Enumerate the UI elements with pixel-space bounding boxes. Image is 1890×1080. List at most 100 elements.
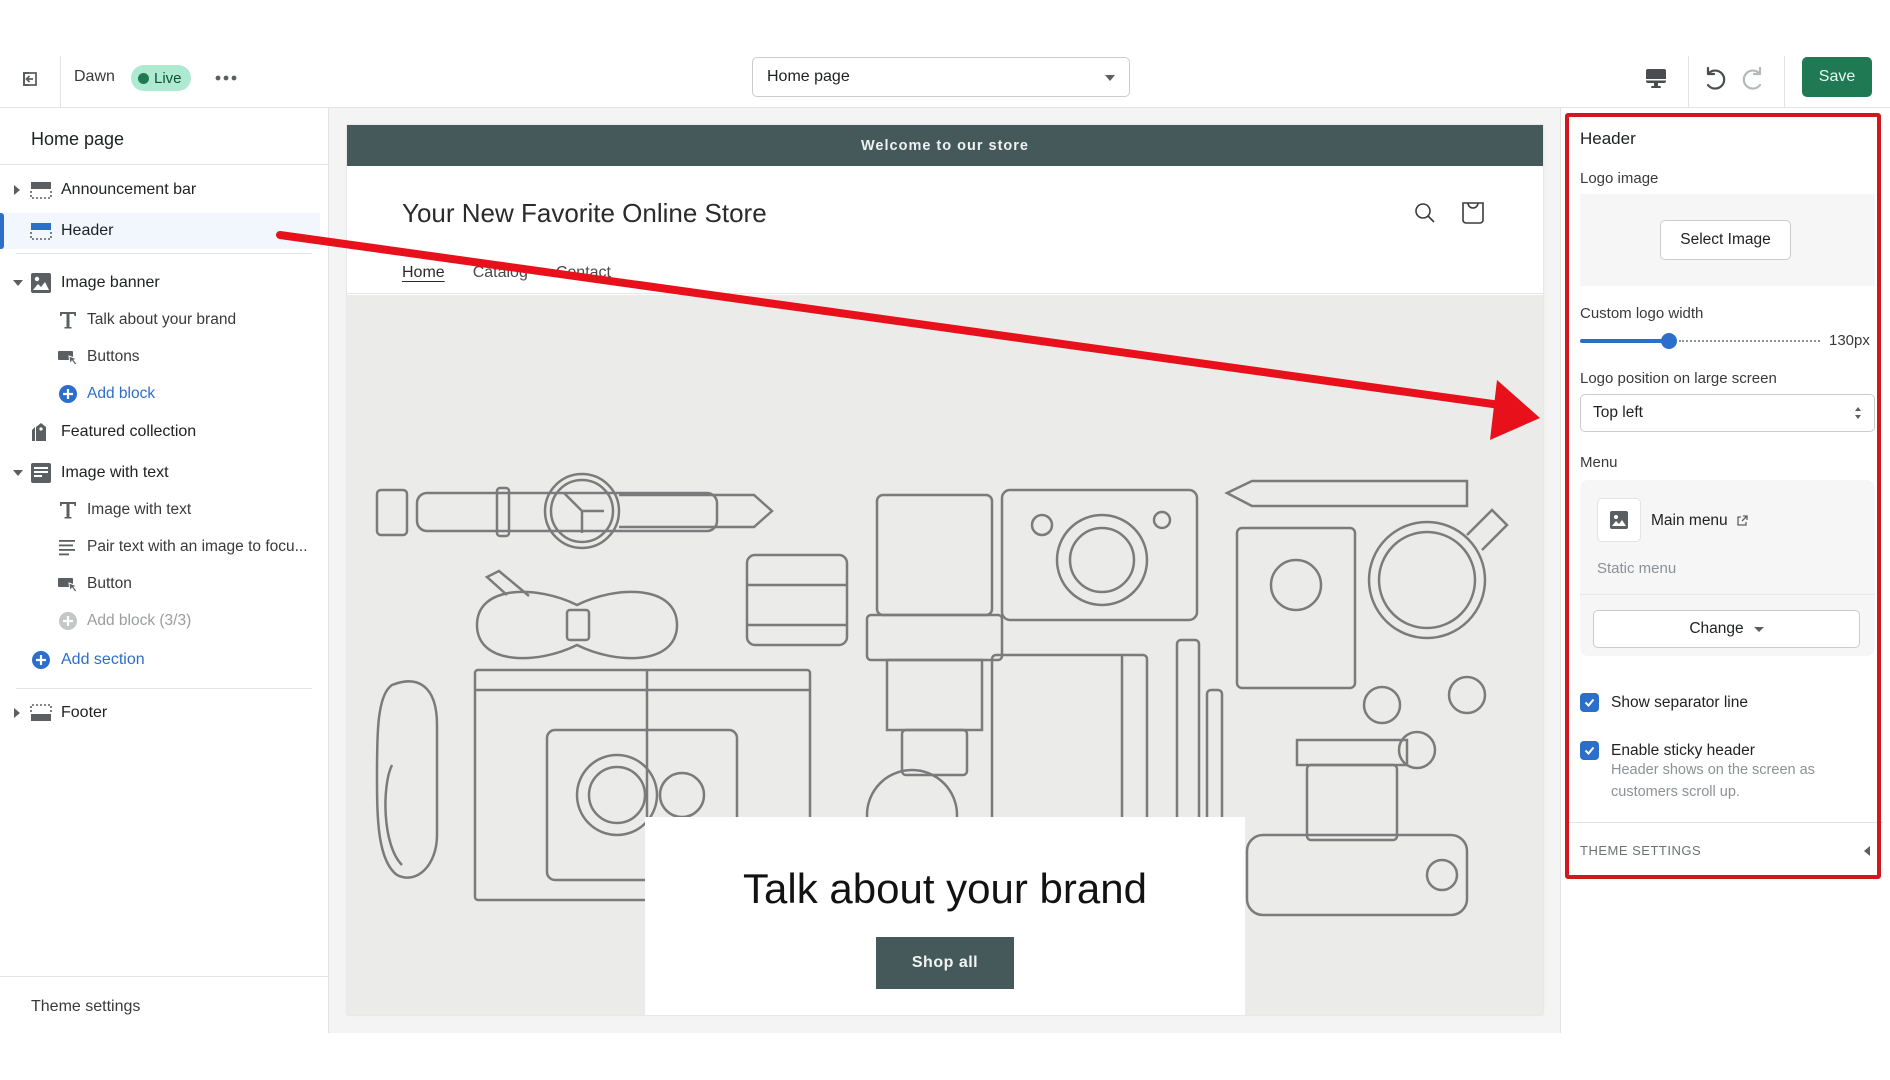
logo-position-value: Top left xyxy=(1593,404,1643,421)
logo-width-value: 130px xyxy=(1829,332,1870,349)
chevron-left-icon[interactable] xyxy=(1864,846,1870,856)
sidebar-item-label: Footer xyxy=(61,704,108,721)
sidebar-item-label: Image banner xyxy=(61,274,160,291)
slider-track xyxy=(1679,340,1820,342)
sidebar-item-label: Header xyxy=(61,222,114,239)
live-badge: Live xyxy=(131,65,191,91)
settings-title: Header xyxy=(1580,129,1636,148)
footer-icon xyxy=(30,704,52,721)
sidebar-item-label: Add block (3/3) xyxy=(87,612,192,629)
lens-illustration xyxy=(745,553,849,647)
undo-icon xyxy=(1706,66,1726,90)
sidebar-item-label: Image with text xyxy=(61,464,169,481)
image-icon xyxy=(1610,511,1628,529)
show-separator-checkbox[interactable]: Show separator line xyxy=(1580,693,1748,712)
logo-width-slider[interactable] xyxy=(1580,331,1820,351)
sidebar-block-button[interactable]: Button xyxy=(0,566,320,602)
chevron-right-icon[interactable] xyxy=(14,708,20,718)
sidebar-block-image-with-text-heading[interactable]: Image with text xyxy=(0,492,320,528)
chevron-right-icon[interactable] xyxy=(14,185,20,195)
desktop-view-button[interactable] xyxy=(1644,66,1670,92)
logo-position-select[interactable]: Top left xyxy=(1580,394,1875,432)
divider xyxy=(0,164,328,165)
logo-width-label: Custom logo width xyxy=(1580,305,1704,322)
notebook-illustration xyxy=(990,653,1149,827)
chevron-down-icon[interactable] xyxy=(13,280,23,286)
cart-icon[interactable] xyxy=(1460,198,1486,226)
button-icon xyxy=(58,578,79,593)
sidebar-item-header[interactable]: Header xyxy=(0,213,320,249)
image-banner[interactable]: Talk about your brand Shop all xyxy=(347,295,1543,1015)
announcement-bar[interactable]: Welcome to our store xyxy=(347,125,1543,166)
save-button[interactable]: Save xyxy=(1802,57,1872,97)
settings-panel: Header Logo image Select Image Custom lo… xyxy=(1560,108,1890,1033)
sticky-header-checkbox[interactable]: Enable sticky header xyxy=(1580,741,1755,760)
sidebar-block-buttons[interactable]: Buttons xyxy=(0,339,320,375)
menu-link[interactable]: Main menu xyxy=(1651,512,1748,530)
sticky-header-help: Header shows on the screen as customers … xyxy=(1611,762,1815,800)
more-actions-button[interactable] xyxy=(212,64,240,92)
redo-button[interactable] xyxy=(1738,64,1768,94)
slider-fill xyxy=(1580,339,1669,343)
logo-image-label: Logo image xyxy=(1580,170,1659,187)
exit-button[interactable] xyxy=(18,67,42,91)
banner-content-box: Talk about your brand Shop all xyxy=(645,817,1245,1015)
divider xyxy=(0,976,328,977)
undo-button[interactable] xyxy=(1700,64,1730,94)
sidebar-item-label: Image with text xyxy=(87,501,192,518)
divider xyxy=(60,56,61,108)
sidebar-block-paragraph[interactable]: Pair text with an image to focu... xyxy=(0,529,320,565)
bowtie-illustration xyxy=(475,569,679,660)
store-header[interactable]: Your New Favorite Online Store Home Cata… xyxy=(347,166,1543,294)
nav-link-home[interactable]: Home xyxy=(402,264,445,282)
add-block-button[interactable]: Add block xyxy=(0,376,320,412)
add-circle-icon xyxy=(59,385,77,403)
checkbox-checked-icon[interactable] xyxy=(1580,693,1599,712)
redo-icon xyxy=(1742,66,1762,90)
theme-settings-toggle[interactable]: THEME SETTINGS xyxy=(1580,843,1701,858)
sections-sidebar: Home page Announcement bar Header Image … xyxy=(0,108,329,1033)
image-with-text-icon xyxy=(31,463,51,483)
add-section-button[interactable]: Add section xyxy=(0,642,320,678)
add-circle-icon xyxy=(59,612,77,630)
button-icon xyxy=(58,351,79,366)
add-circle-icon xyxy=(32,651,50,669)
nav-link-catalog[interactable]: Catalog xyxy=(473,264,528,282)
divider xyxy=(1688,56,1689,108)
medium-format-camera-illustration xyxy=(1245,738,1469,917)
external-link-icon xyxy=(1737,515,1748,526)
menu-name: Main menu xyxy=(1651,512,1728,529)
slider-thumb[interactable] xyxy=(1661,333,1677,349)
announcement-text: Welcome to our store xyxy=(861,137,1029,154)
tape-illustration xyxy=(1362,675,1487,770)
sidebar-block-talk-about-brand[interactable]: Talk about your brand xyxy=(0,302,320,338)
announcement-bar-icon xyxy=(30,182,52,199)
sidebar-item-announcement-bar[interactable]: Announcement bar xyxy=(0,172,320,208)
exit-icon xyxy=(23,72,37,86)
page-select[interactable]: Home page xyxy=(752,57,1130,97)
show-separator-label: Show separator line xyxy=(1611,693,1748,711)
banner-heading: Talk about your brand xyxy=(743,865,1147,912)
sidebar-item-image-banner[interactable]: Image banner xyxy=(0,265,320,301)
shop-all-button[interactable]: Shop all xyxy=(876,937,1014,989)
sidebar-title: Home page xyxy=(31,129,125,149)
store-nav: Home Catalog Contact xyxy=(402,264,611,282)
nav-link-contact[interactable]: Contact xyxy=(556,264,611,282)
change-menu-button[interactable]: Change xyxy=(1593,610,1860,648)
chevron-down-icon[interactable] xyxy=(13,470,23,476)
sidebar-item-label: Featured collection xyxy=(61,423,197,440)
menu-subtitle: Static menu xyxy=(1597,560,1677,577)
sidebar-item-featured-collection[interactable]: Featured collection xyxy=(0,414,320,450)
select-image-button[interactable]: Select Image xyxy=(1660,220,1791,260)
search-icon[interactable] xyxy=(1412,200,1438,226)
text-icon xyxy=(60,312,76,329)
sticky-header-label: Enable sticky header xyxy=(1611,741,1755,759)
sidebar-item-footer[interactable]: Footer xyxy=(0,695,320,731)
store-title[interactable]: Your New Favorite Online Store xyxy=(402,198,767,229)
collection-icon xyxy=(32,423,46,441)
page-select-value: Home page xyxy=(767,68,850,85)
theme-settings-link[interactable]: Theme settings xyxy=(31,998,140,1016)
sidebar-item-image-with-text[interactable]: Image with text xyxy=(0,455,320,491)
checkbox-checked-icon[interactable] xyxy=(1580,741,1599,760)
zoom-lens-illustration xyxy=(865,493,1004,777)
